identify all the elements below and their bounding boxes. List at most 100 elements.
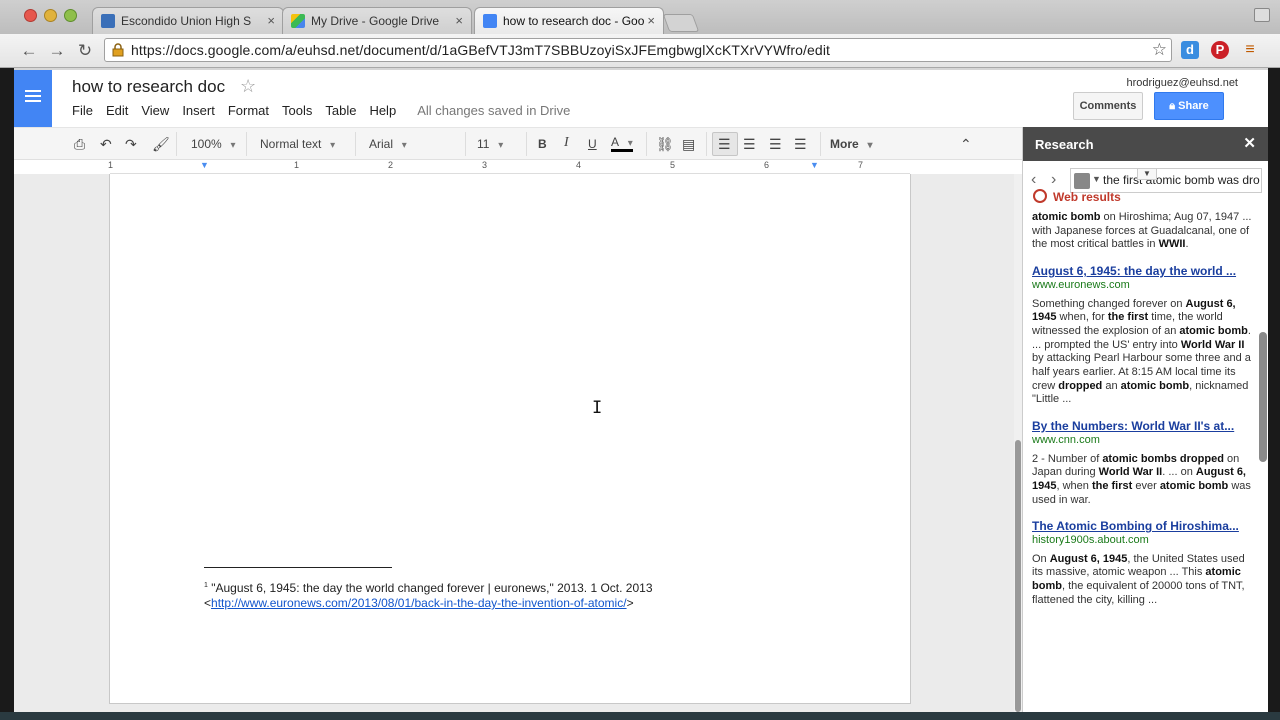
result-title-link[interactable]: The Atomic Bombing of Hiroshima... — [1032, 520, 1252, 534]
docs-extension-icon[interactable]: d — [1181, 41, 1199, 59]
style-select[interactable]: Normal text — [260, 135, 335, 153]
result-item: The Atomic Bombing of Hiroshima... histo… — [1032, 520, 1252, 607]
bookmark-star-icon[interactable]: ☆ — [1152, 40, 1167, 60]
result-snippet: Something changed forever on August 6, 1… — [1032, 297, 1251, 406]
document-scroll-thumb[interactable] — [1015, 440, 1021, 712]
menu-edit[interactable]: Edit — [106, 103, 128, 121]
underline-button[interactable]: U — [588, 135, 597, 153]
footnote[interactable]: 1 "August 6, 1945: the day the world cha… — [204, 578, 804, 611]
justify-icon[interactable]: ☰ — [794, 135, 807, 153]
link-icon[interactable]: ⛓︎ — [656, 135, 674, 153]
menu-icon[interactable]: ≡ — [1241, 41, 1259, 59]
document-canvas[interactable]: 1 "August 6, 1945: the day the world cha… — [14, 174, 1022, 712]
chevron-right-icon[interactable]: › — [1051, 171, 1056, 189]
star-icon[interactable]: ☆ — [240, 76, 256, 97]
minimize-window-button[interactable] — [44, 9, 57, 22]
url-text: https://docs.google.com/a/euhsd.net/docu… — [131, 42, 831, 58]
footnote-link-suffix: > — [626, 596, 634, 610]
menu-bar: File Edit View Insert Format Tools Table… — [72, 103, 583, 121]
toolbar-divider — [176, 132, 177, 156]
result-url: www.cnn.com — [1032, 433, 1100, 446]
ruler-number: 3 — [482, 160, 488, 170]
collapse-chevron-icon[interactable]: ⌃ — [960, 135, 972, 153]
docs-home-icon[interactable] — [14, 70, 52, 127]
web-results-heading: Web results — [1033, 189, 1121, 204]
result-snippet: 2 - Number of atomic bombs dropped on Ja… — [1032, 452, 1251, 506]
document-page[interactable]: 1 "August 6, 1945: the day the world cha… — [109, 174, 911, 704]
comments-button[interactable]: Comments — [1073, 92, 1143, 120]
account-email[interactable]: hrodriguez@euhsd.net — [1127, 77, 1238, 89]
search-type-icon[interactable] — [1074, 173, 1090, 189]
menu-file[interactable]: File — [72, 103, 93, 121]
tab-my-drive[interactable]: My Drive - Google Drive × — [282, 7, 472, 34]
ruler-number: 1 — [294, 160, 300, 170]
paint-format-icon[interactable]: 🖌︎ — [152, 135, 170, 153]
right-indent-marker-icon[interactable]: ▼ — [810, 160, 819, 170]
text-color-button[interactable]: A — [611, 135, 633, 152]
comment-icon[interactable]: ▤ — [682, 135, 695, 153]
bold-button[interactable]: B — [538, 135, 547, 153]
results-list: atomic bomb on Hiroshima; Aug 07, 1947 .… — [1032, 211, 1252, 621]
align-right-icon[interactable]: ☰ — [769, 135, 782, 153]
result-title-link[interactable]: By the Numbers: World War II's at... — [1032, 420, 1252, 434]
research-scroll-thumb[interactable] — [1259, 332, 1267, 462]
close-icon[interactable]: ✕ — [1243, 134, 1256, 152]
align-left-icon[interactable]: ☰ — [718, 135, 731, 153]
tab-escondido[interactable]: Escondido Union High S × — [92, 7, 284, 34]
italic-button[interactable]: I — [564, 134, 569, 152]
ruler-number: 4 — [576, 160, 582, 170]
ruler-number: 2 — [388, 160, 394, 170]
indent-marker-icon[interactable]: ▼ — [200, 160, 209, 170]
expand-options-icon[interactable]: ▼ — [1137, 168, 1157, 180]
reload-icon[interactable]: ↻ — [74, 40, 96, 62]
close-icon[interactable]: × — [267, 13, 275, 28]
menu-table[interactable]: Table — [325, 103, 356, 121]
toolbar-divider — [820, 132, 821, 156]
back-icon[interactable]: ← — [18, 40, 40, 62]
close-window-button[interactable] — [24, 9, 37, 22]
new-tab-button[interactable] — [662, 14, 700, 32]
menu-format[interactable]: Format — [228, 103, 269, 121]
document-title[interactable]: how to research doc — [72, 77, 225, 97]
tab-research-doc[interactable]: how to research doc - Goo × — [474, 7, 664, 34]
share-label: Share — [1178, 100, 1209, 112]
toolbar-divider — [355, 132, 356, 156]
menu-help[interactable]: Help — [369, 103, 396, 121]
close-icon[interactable]: × — [647, 13, 655, 28]
footnote-text: "August 6, 1945: the day the world chang… — [207, 581, 653, 595]
more-menu[interactable]: More — [830, 135, 872, 153]
menu-view[interactable]: View — [141, 103, 169, 121]
ruler-number: 6 — [764, 160, 770, 170]
menu-insert[interactable]: Insert — [182, 103, 215, 121]
chevron-left-icon[interactable]: ‹ — [1031, 171, 1036, 189]
pinterest-icon[interactable]: P — [1211, 41, 1229, 59]
ruler[interactable]: ▼ 1 1 2 3 4 5 6 7 ▼ — [108, 160, 910, 174]
result-item: August 6, 1945: the day the world ... ww… — [1032, 265, 1252, 407]
window-edge-right — [1268, 68, 1280, 712]
print-icon[interactable]: ⎙ — [74, 135, 85, 153]
footnote-link-prefix: < — [204, 596, 212, 610]
align-center-icon[interactable]: ☰ — [743, 135, 756, 153]
toolbar-divider — [465, 132, 466, 156]
share-button[interactable]: 🔒︎ Share — [1154, 92, 1224, 120]
redo-icon[interactable]: ↷ — [125, 135, 137, 153]
result-item: By the Numbers: World War II's at... www… — [1032, 420, 1252, 507]
font-size-select[interactable]: 11 — [477, 135, 503, 153]
menu-tools[interactable]: Tools — [282, 103, 312, 121]
chevron-down-icon[interactable]: ▼ — [1092, 174, 1101, 184]
lock-icon: 🔒︎ — [1169, 100, 1179, 112]
undo-icon[interactable]: ↶ — [100, 135, 112, 153]
zoom-window-button[interactable] — [64, 9, 77, 22]
address-bar[interactable]: https://docs.google.com/a/euhsd.net/docu… — [104, 38, 1172, 62]
zoom-select[interactable]: 100% — [191, 135, 236, 153]
forward-icon[interactable]: → — [46, 40, 68, 62]
ruler-number: 1 — [108, 160, 114, 170]
font-select[interactable]: Arial — [369, 135, 449, 153]
close-icon[interactable]: × — [455, 13, 463, 28]
research-query: the first atomic bomb was dro — [1103, 173, 1260, 187]
research-title: Research — [1035, 137, 1094, 152]
docs-icon — [483, 14, 497, 28]
result-title-link[interactable]: August 6, 1945: the day the world ... — [1032, 265, 1252, 279]
fullscreen-button[interactable] — [1254, 8, 1270, 22]
footnote-link[interactable]: http://www.euronews.com/2013/08/01/back-… — [211, 596, 627, 610]
